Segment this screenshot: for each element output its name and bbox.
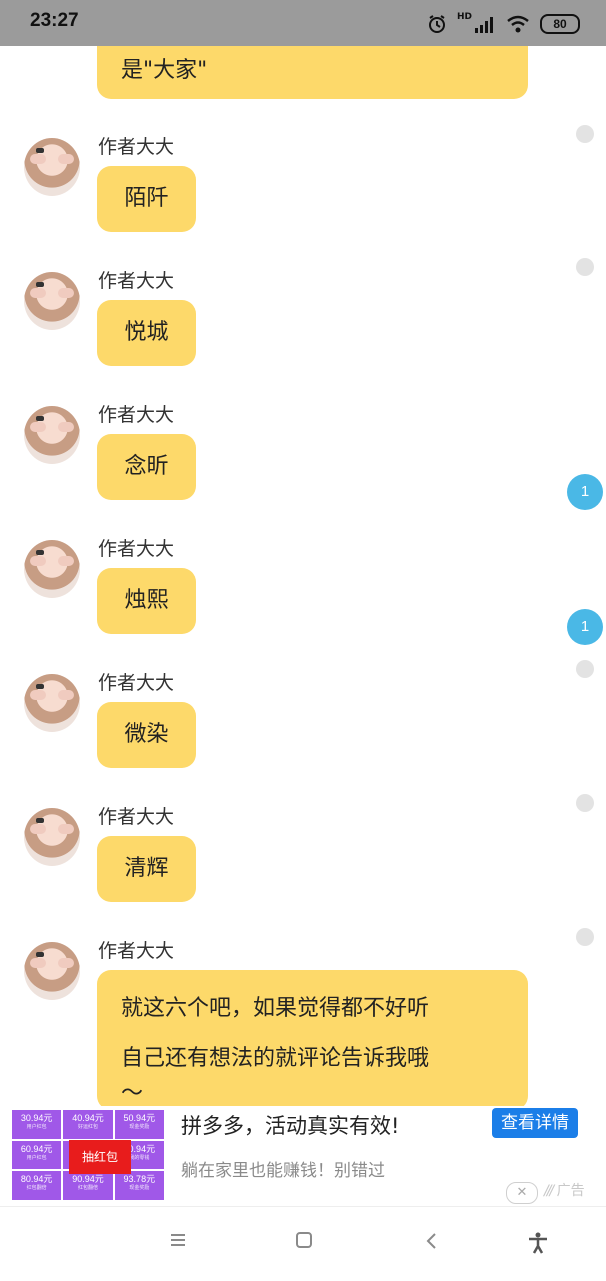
sender-name: 作者大大 xyxy=(98,538,175,560)
author-avatar[interactable] xyxy=(24,406,80,464)
wifi-icon xyxy=(507,15,529,33)
message-line: 自己还有想法的就评论告诉我哦 xyxy=(121,1046,430,1071)
ad-logo-icon: /// xyxy=(544,1183,554,1199)
sender-name: 作者大大 xyxy=(98,404,175,426)
sender-name: 作者大大 xyxy=(98,672,175,694)
author-avatar[interactable] xyxy=(24,808,80,866)
read-status-dot xyxy=(576,125,594,143)
message-line: ～ xyxy=(121,1081,144,1106)
read-status-dot xyxy=(576,928,594,946)
accessibility-button[interactable] xyxy=(526,1231,550,1255)
back-button[interactable] xyxy=(420,1231,444,1255)
ad-grid-cell: 40.94元 好运红包 xyxy=(63,1110,113,1139)
sender-name: 作者大大 xyxy=(98,270,175,292)
sender-name: 作者大大 xyxy=(98,806,175,828)
author-avatar[interactable] xyxy=(24,540,80,598)
close-icon: ✕ xyxy=(516,1185,528,1200)
sender-name: 作者大大 xyxy=(98,136,175,158)
battery-indicator: 80 xyxy=(540,14,580,34)
signal-icon xyxy=(475,17,493,33)
back-icon xyxy=(426,1233,436,1249)
message-bubble[interactable]: 微染 xyxy=(97,702,196,768)
author-avatar[interactable] xyxy=(24,272,80,330)
status-bar: 23:27 HD 80 xyxy=(0,0,606,46)
ad-subtitle[interactable]: 躺在家里也能赚钱！别错过 xyxy=(181,1156,385,1181)
author-avatar[interactable] xyxy=(24,674,80,732)
home-button[interactable] xyxy=(292,1231,316,1255)
ad-banner[interactable]: 30.94元 用户红包 40.94元 好运红包 50.94元 现金奖励 60.94元用… xyxy=(0,1106,606,1206)
ad-close-button[interactable]: ✕ xyxy=(506,1182,538,1204)
ad-details-button[interactable]: 查看详情 xyxy=(492,1108,578,1138)
message-bubble[interactable]: 念昕 xyxy=(97,434,196,500)
ad-grid-cell: 90.94元 红包翻倍 xyxy=(63,1171,113,1200)
ad-grid-cell: 80.94元 红包翻倍 xyxy=(12,1171,62,1200)
network-type-label: HD xyxy=(456,12,472,22)
message-bubble[interactable]: 就这六个吧，如果觉得都不好听 自己还有想法的就评论告诉我哦 ～ xyxy=(97,970,528,1106)
ad-center-label: 抽红包 xyxy=(69,1140,131,1174)
message-text: 是"大家" xyxy=(121,58,208,83)
ad-grid-cell: 60.94元 用户红包 xyxy=(12,1140,62,1170)
message-bubble[interactable]: 烛熙 xyxy=(97,568,196,634)
chat-area[interactable]: 是"大家" 作者大大 陌阡 作者大大 悦城 作者大大 念昕 1 作者大大 烛熙 … xyxy=(0,46,606,1106)
ad-tag-label: 广告 xyxy=(556,1183,585,1199)
message-bubble[interactable]: 悦城 xyxy=(97,300,196,366)
message-line: 就这六个吧，如果觉得都不好听 xyxy=(121,996,430,1021)
alarm-icon xyxy=(428,15,445,33)
status-icons: HD 80 xyxy=(427,12,580,36)
read-status-dot xyxy=(576,794,594,812)
sender-name: 作者大大 xyxy=(98,940,175,962)
accessibility-icon xyxy=(529,1232,547,1254)
menu-icon xyxy=(171,1234,185,1246)
message-bubble[interactable]: 清辉 xyxy=(97,836,196,902)
author-avatar[interactable] xyxy=(24,138,80,196)
ad-image[interactable]: 30.94元 用户红包 40.94元 好运红包 50.94元 现金奖励 60.94元用… xyxy=(12,1110,164,1200)
menu-button[interactable] xyxy=(166,1231,190,1255)
read-status-dot xyxy=(576,660,594,678)
read-status-dot xyxy=(576,258,594,276)
message-bubble[interactable]: 陌阡 xyxy=(97,166,196,232)
unread-badge[interactable]: 1 xyxy=(567,609,603,645)
system-nav-bar xyxy=(0,1206,606,1281)
ad-tag: /// 广告 xyxy=(544,1180,585,1200)
message-bubble-partial[interactable]: 是"大家" xyxy=(97,46,528,99)
ad-grid-cell: 93.78元 现金奖励 xyxy=(114,1171,164,1200)
home-icon xyxy=(296,1232,312,1248)
ad-grid-cell: 50.94元 现金奖励 xyxy=(114,1110,164,1139)
ad-title[interactable]: 拼多多，活动真实有效! xyxy=(181,1110,399,1140)
unread-badge[interactable]: 1 xyxy=(567,474,603,510)
author-avatar[interactable] xyxy=(24,942,80,1000)
ad-grid-cell: 30.94元 用户红包 xyxy=(12,1110,62,1139)
status-time: 23:27 xyxy=(30,10,79,31)
